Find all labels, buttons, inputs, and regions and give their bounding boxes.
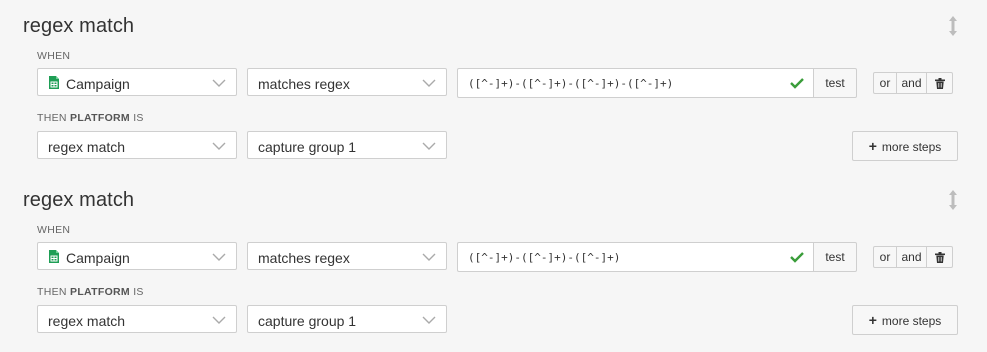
then-target: PLATFORM <box>70 286 130 298</box>
more-steps-label: more steps <box>881 314 942 328</box>
drag-handle-icon[interactable] <box>946 188 960 212</box>
condition-actions: or and <box>873 246 953 268</box>
then-label: THEN PLATFORM IS <box>37 112 144 124</box>
chevron-down-icon <box>422 253 436 261</box>
then-argument-value: capture group 1 <box>258 139 357 155</box>
trash-icon <box>935 78 945 89</box>
then-argument-value: capture group 1 <box>258 313 357 329</box>
then-function-select[interactable]: regex match <box>37 131 237 159</box>
rule-block: regex match WHEN Campaign matches regex … <box>0 174 987 350</box>
then-function-select[interactable]: regex match <box>37 305 237 333</box>
chevron-down-icon <box>422 79 436 87</box>
plus-icon: + <box>868 138 877 154</box>
spreadsheet-icon <box>49 250 59 263</box>
rule-block: regex match WHEN Campaign matches regex … <box>0 0 987 176</box>
checkmark-icon <box>790 252 804 263</box>
then-target: PLATFORM <box>70 112 130 124</box>
when-label: WHEN <box>37 50 71 62</box>
when-label: WHEN <box>37 224 71 236</box>
regex-pattern-value: ([^-]+)-([^-]+)-([^-]+) <box>468 251 621 264</box>
rule-title: regex match <box>23 189 135 211</box>
condition-field-select[interactable]: Campaign <box>37 68 237 96</box>
then-prefix: THEN <box>37 112 67 124</box>
or-button[interactable]: or <box>873 246 897 268</box>
then-function-value: regex match <box>48 313 126 329</box>
plus-icon: + <box>868 312 877 328</box>
chevron-down-icon <box>212 142 226 150</box>
condition-field-value: Campaign <box>66 76 130 92</box>
drag-handle-icon[interactable] <box>946 14 960 38</box>
chevron-down-icon <box>422 142 436 150</box>
or-button[interactable]: or <box>873 72 897 94</box>
and-button[interactable]: and <box>896 246 927 268</box>
condition-operator-select[interactable]: matches regex <box>247 68 447 96</box>
then-argument-select[interactable]: capture group 1 <box>247 305 447 333</box>
more-steps-button[interactable]: + more steps <box>852 305 958 335</box>
then-label: THEN PLATFORM IS <box>37 286 144 298</box>
chevron-down-icon <box>212 79 226 87</box>
condition-operator-value: matches regex <box>258 76 350 92</box>
condition-operator-select[interactable]: matches regex <box>247 242 447 270</box>
then-function-value: regex match <box>48 139 126 155</box>
then-argument-select[interactable]: capture group 1 <box>247 131 447 159</box>
condition-field-value: Campaign <box>66 250 130 266</box>
more-steps-button[interactable]: + more steps <box>852 131 958 161</box>
delete-condition-button[interactable] <box>926 246 953 268</box>
more-steps-label: more steps <box>881 140 942 154</box>
regex-pattern-value: ([^-]+)-([^-]+)-([^-]+)-([^-]+) <box>468 77 674 90</box>
test-regex-button[interactable]: test <box>813 68 857 98</box>
then-suffix: IS <box>133 286 144 298</box>
trash-icon <box>935 252 945 263</box>
chevron-down-icon <box>212 253 226 261</box>
checkmark-icon <box>790 78 804 89</box>
chevron-down-icon <box>212 316 226 324</box>
condition-field-select[interactable]: Campaign <box>37 242 237 270</box>
regex-pattern-input[interactable]: ([^-]+)-([^-]+)-([^-]+) <box>457 242 814 272</box>
condition-operator-value: matches regex <box>258 250 350 266</box>
and-button[interactable]: and <box>896 72 927 94</box>
rule-title: regex match <box>23 15 135 37</box>
test-regex-button[interactable]: test <box>813 242 857 272</box>
then-suffix: IS <box>133 112 144 124</box>
regex-pattern-input[interactable]: ([^-]+)-([^-]+)-([^-]+)-([^-]+) <box>457 68 814 98</box>
condition-actions: or and <box>873 72 953 94</box>
chevron-down-icon <box>422 316 436 324</box>
then-prefix: THEN <box>37 286 67 298</box>
delete-condition-button[interactable] <box>926 72 953 94</box>
spreadsheet-icon <box>49 76 59 89</box>
